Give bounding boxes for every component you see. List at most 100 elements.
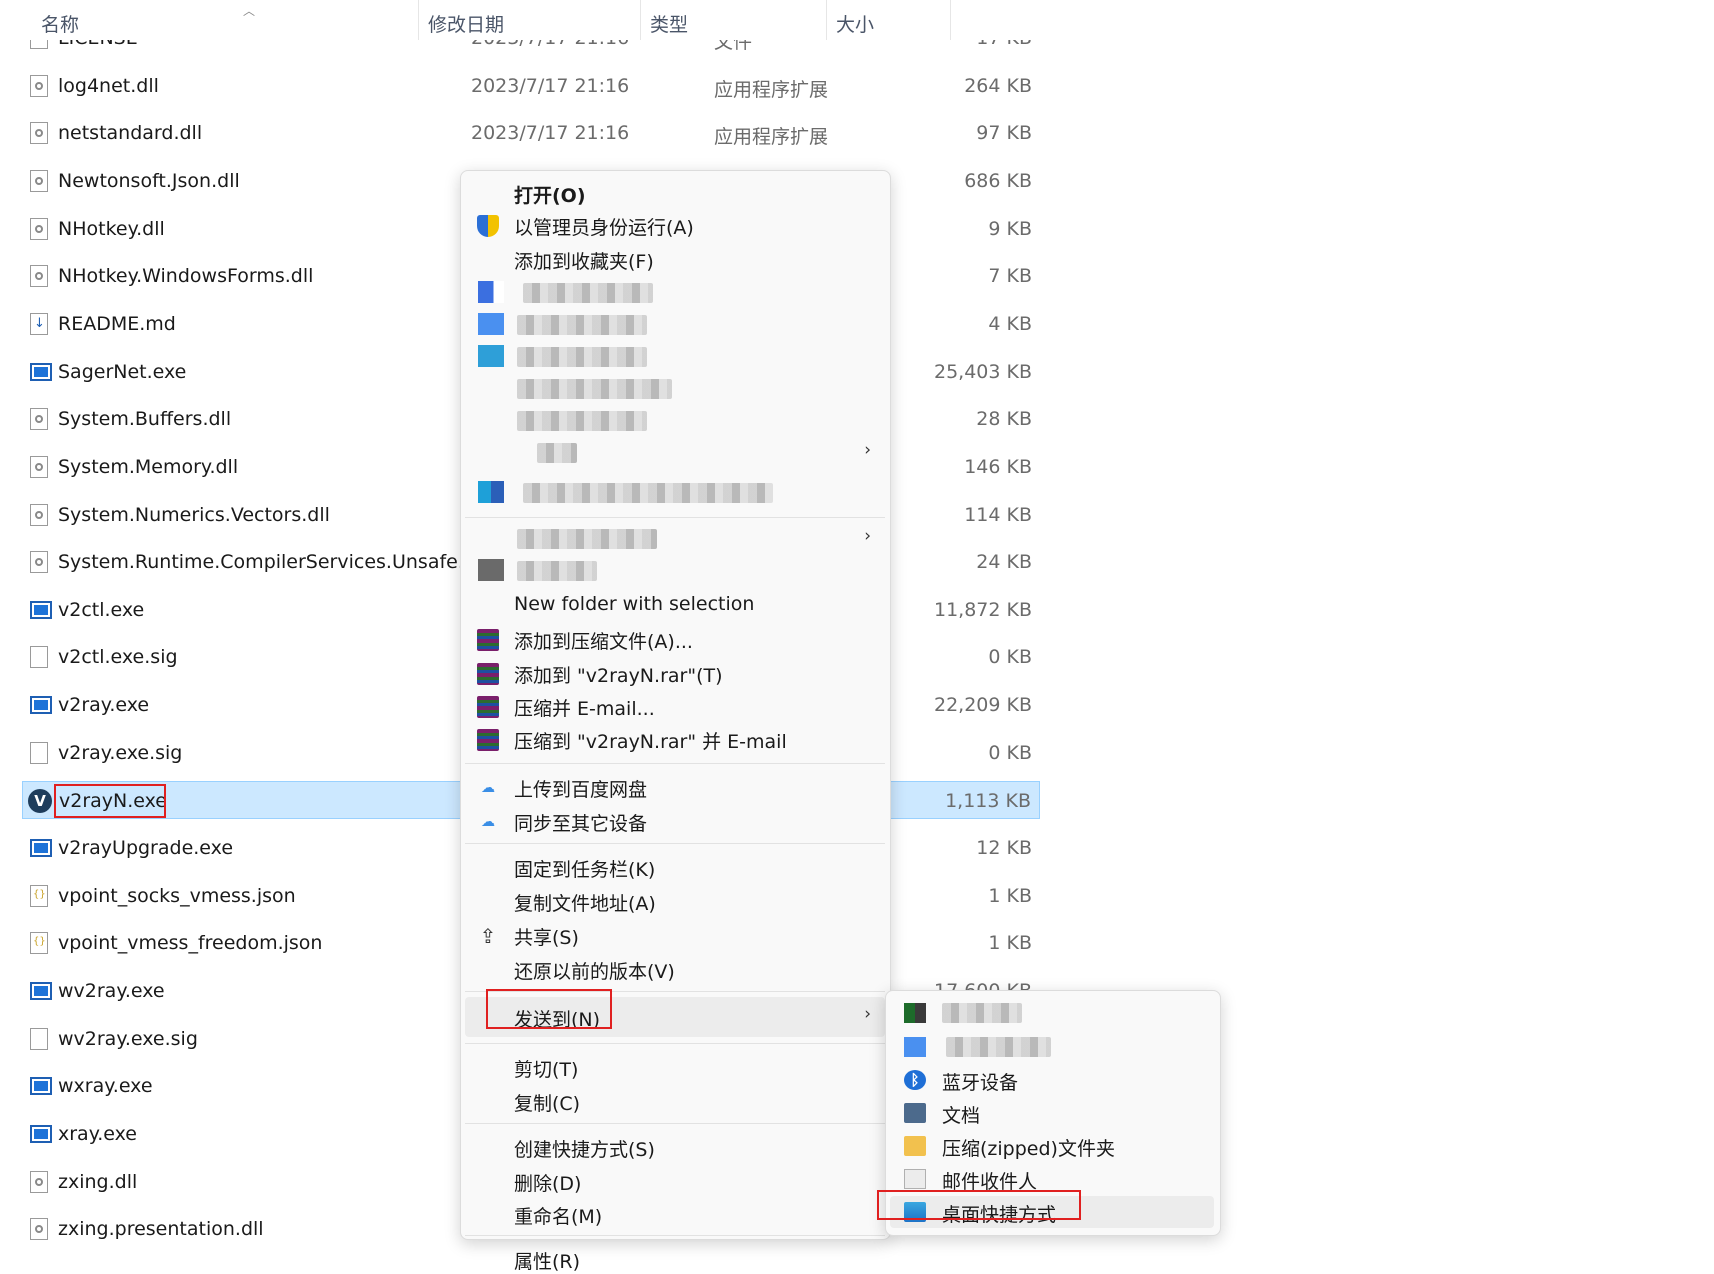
menu-blurred-item[interactable]: [465, 477, 885, 509]
column-divider[interactable]: [826, 0, 827, 40]
file-size: 9 KB: [988, 217, 1032, 240]
file-row[interactable]: netstandard.dll 2023/7/17 21:16 应用程序扩展 97 K…: [22, 114, 1040, 152]
menu-blurred-item[interactable]: [465, 309, 885, 341]
highlight-selected-file: [54, 784, 166, 818]
v2rayn-icon: V: [28, 789, 52, 814]
menu-compress-rar-email[interactable]: 压缩到 "v2rayN.rar" 并 E-mail: [465, 723, 885, 755]
winrar-icon: [477, 663, 499, 685]
dll-icon: [30, 169, 48, 192]
menu-restore-versions[interactable]: 还原以前的版本(V): [465, 953, 885, 985]
sendto-blurred-item[interactable]: [890, 997, 1214, 1029]
exe-icon: [30, 982, 52, 1000]
menu-copy-path[interactable]: 复制文件地址(A): [465, 885, 885, 917]
column-divider[interactable]: [640, 0, 641, 40]
file-size: 1 KB: [988, 884, 1032, 907]
column-divider[interactable]: [950, 0, 951, 40]
doc-icon: [30, 741, 48, 764]
menu-blurred-submenu[interactable]: ›: [465, 437, 885, 469]
menu-add-to-archive[interactable]: 添加到压缩文件(A)...: [465, 623, 885, 655]
file-name: System.Buffers.dll: [58, 408, 232, 431]
blurred-label: [517, 315, 647, 335]
blurred-app-icon: [478, 281, 504, 303]
file-size: 1 KB: [988, 932, 1032, 955]
menu-sync-devices-label: 同步至其它设备: [514, 813, 648, 835]
uac-shield-icon: [477, 215, 499, 237]
menu-add-to-rar[interactable]: 添加到 "v2rayN.rar"(T): [465, 657, 885, 689]
sendto-documents[interactable]: 文档: [890, 1097, 1214, 1129]
exe-icon: [30, 696, 52, 715]
menu-pin-taskbar-label: 固定到任务栏(K): [514, 859, 656, 881]
menu-create-shortcut[interactable]: 创建快捷方式(S): [465, 1131, 885, 1163]
column-type[interactable]: 类型: [650, 10, 688, 37]
column-date[interactable]: 修改日期: [428, 10, 504, 37]
menu-restore-versions-label: 还原以前的版本(V): [514, 961, 675, 983]
winrar-icon: [477, 729, 499, 751]
menu-new-folder-selection[interactable]: New folder with selection: [465, 589, 885, 621]
menu-blurred-item[interactable]: [465, 277, 885, 309]
menu-rename[interactable]: 重命名(M): [465, 1198, 885, 1230]
menu-add-favorites[interactable]: 添加到收藏夹(F): [465, 243, 885, 275]
file-size: 264 KB: [964, 74, 1032, 97]
menu-delete[interactable]: 删除(D): [465, 1165, 885, 1197]
menu-run-as-admin[interactable]: 以管理员身份运行(A): [465, 209, 885, 241]
file-name: v2ctl.exe.sig: [58, 646, 178, 669]
file-name: wxray.exe: [58, 1075, 153, 1098]
doc-icon: [30, 1027, 48, 1050]
file-name: NHotkey.dll: [58, 217, 165, 240]
menu-blurred-item[interactable]: [465, 341, 885, 373]
menu-separator: [465, 1043, 885, 1044]
menu-pin-taskbar[interactable]: 固定到任务栏(K): [465, 851, 885, 883]
menu-properties-label: 属性(R): [514, 1251, 581, 1273]
menu-cut[interactable]: 剪切(T): [465, 1051, 885, 1083]
json-icon: [30, 932, 48, 955]
file-type: 应用程序扩展: [714, 126, 829, 149]
blurred-app-icon: [904, 1037, 926, 1057]
menu-new-folder-selection-label: New folder with selection: [514, 593, 755, 615]
menu-blurred-item[interactable]: [465, 405, 885, 437]
menu-separator: [465, 843, 885, 844]
context-menu: 打开(O) 以管理员身份运行(A) 添加到收藏夹(F) › › New fold…: [460, 170, 891, 1273]
file-name: wv2ray.exe.sig: [58, 1027, 198, 1050]
file-name: v2ray.exe.sig: [58, 741, 183, 764]
blurred-label: [537, 443, 577, 463]
column-divider[interactable]: [418, 0, 419, 40]
file-name: v2ray.exe: [58, 694, 150, 717]
menu-blurred-item[interactable]: [465, 555, 885, 587]
menu-copy-path-label: 复制文件地址(A): [514, 893, 656, 915]
mail-icon: [904, 1169, 926, 1189]
menu-upload-baidu-label: 上传到百度网盘: [514, 779, 648, 801]
menu-copy[interactable]: 复制(C): [465, 1085, 885, 1117]
file-name: wv2ray.exe: [58, 980, 165, 1002]
file-row[interactable]: log4net.dll 2023/7/17 21:16 应用程序扩展 264 KB: [22, 67, 1040, 105]
menu-compress-email-label: 压缩并 E-mail...: [514, 698, 655, 720]
menu-upload-baidu[interactable]: ☁ 上传到百度网盘: [465, 771, 885, 803]
file-name: System.Numerics.Vectors.dll: [58, 503, 330, 526]
highlight-send-to: [486, 989, 612, 1029]
menu-share[interactable]: ⇪ 共享(S): [465, 919, 885, 951]
menu-open[interactable]: 打开(O): [465, 177, 885, 209]
file-name: System.Memory.dll: [58, 455, 239, 478]
sendto-documents-label: 文档: [942, 1105, 981, 1127]
menu-compress-email[interactable]: 压缩并 E-mail...: [465, 690, 885, 722]
sendto-blurred-item[interactable]: [890, 1031, 1214, 1063]
column-size[interactable]: 大小: [836, 10, 874, 37]
bluetooth-icon: ᛒ: [904, 1070, 926, 1090]
file-size: 97 KB: [976, 122, 1032, 145]
dll-icon: [30, 503, 48, 526]
menu-blurred-submenu[interactable]: ›: [465, 523, 885, 555]
menu-properties[interactable]: 属性(R): [465, 1243, 885, 1273]
menu-separator: [465, 1123, 885, 1124]
column-name[interactable]: 名称: [41, 10, 79, 37]
file-size: 0 KB: [988, 646, 1032, 669]
file-type: 应用程序扩展: [714, 78, 829, 101]
dll-icon: [30, 265, 48, 288]
blurred-app-icon: [904, 1003, 926, 1023]
menu-blurred-item[interactable]: [465, 373, 885, 405]
menu-share-label: 共享(S): [514, 927, 579, 949]
sendto-bluetooth[interactable]: ᛒ 蓝牙设备: [890, 1064, 1214, 1096]
menu-sync-devices[interactable]: ☁ 同步至其它设备: [465, 805, 885, 837]
blurred-label: [517, 379, 672, 399]
sendto-zip-folder-label: 压缩(zipped)文件夹: [942, 1138, 1115, 1160]
menu-separator: [465, 763, 885, 764]
sendto-zip-folder[interactable]: 压缩(zipped)文件夹: [890, 1130, 1214, 1162]
